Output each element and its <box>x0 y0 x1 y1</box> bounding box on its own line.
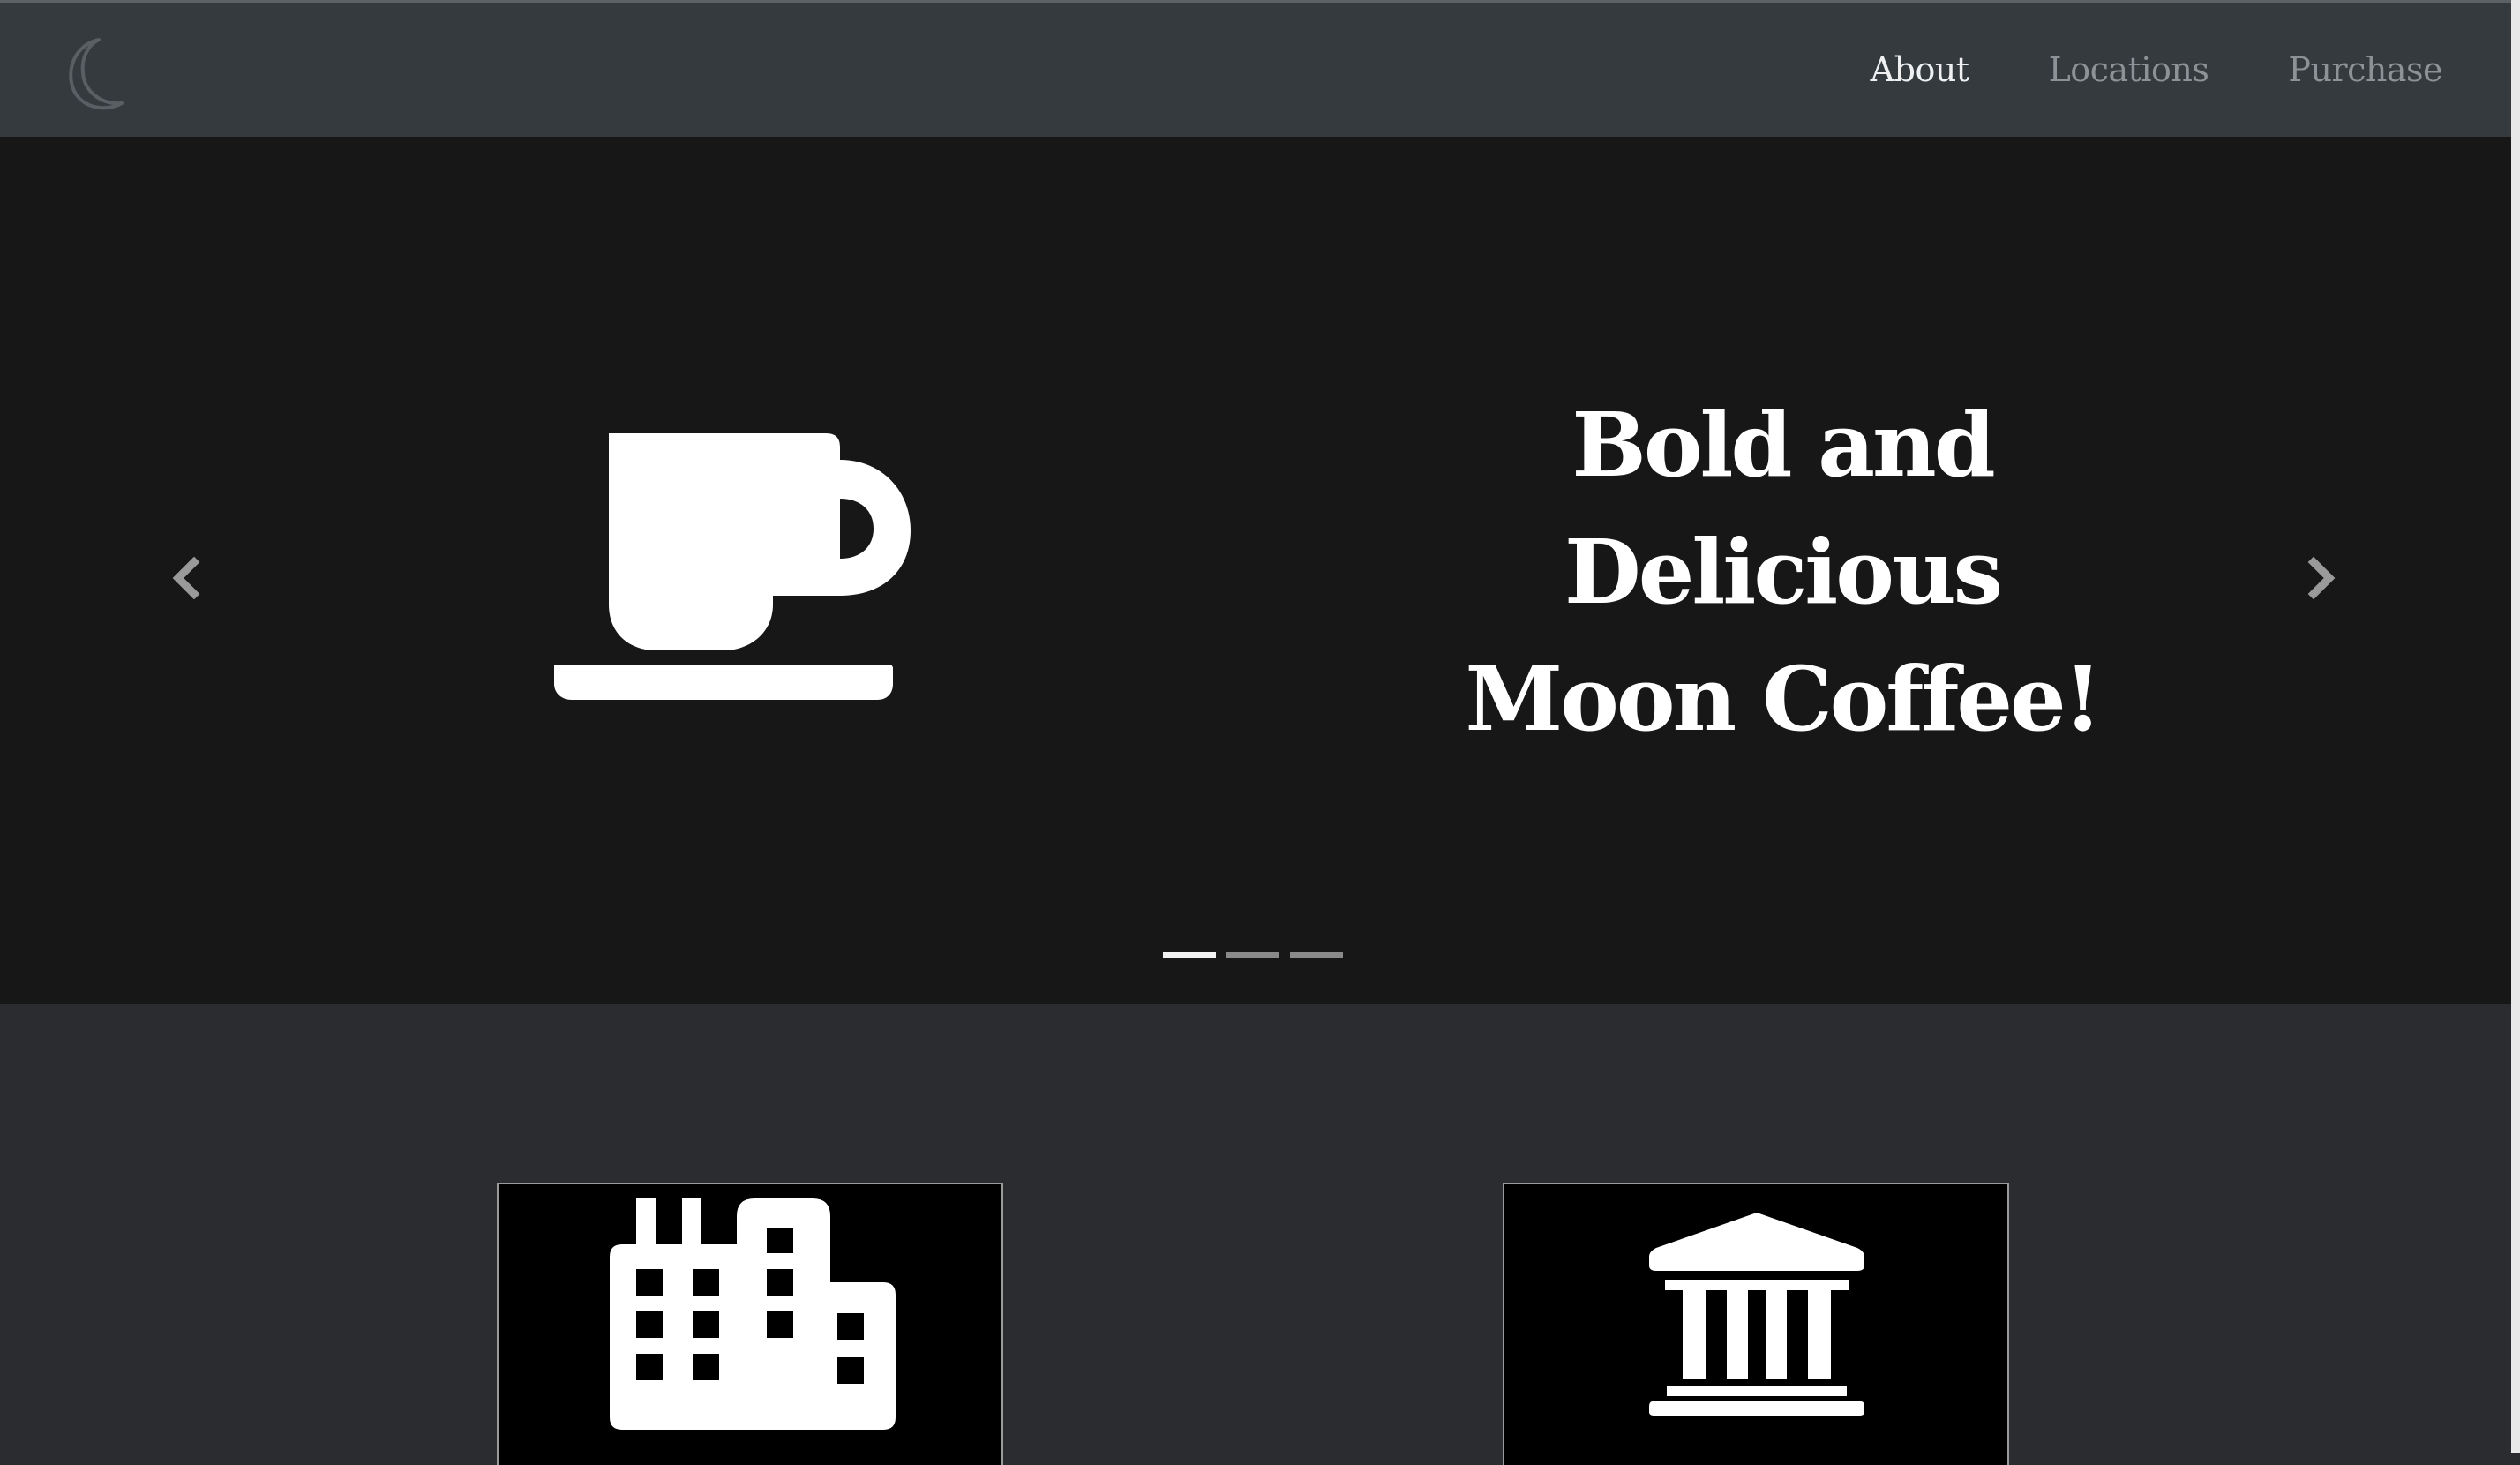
carousel-indicator[interactable] <box>1226 952 1279 958</box>
nav-link-locations[interactable]: Locations <box>2049 50 2209 89</box>
carousel-indicators <box>1163 952 1354 958</box>
carousel-indicator[interactable] <box>1163 952 1216 958</box>
headline-line: Moon Coffee! <box>1465 647 2102 751</box>
chevron-right-icon <box>2307 557 2336 599</box>
factory-building-icon <box>610 1198 896 1430</box>
nav-link-about[interactable]: About <box>1871 50 1969 89</box>
hero-headline: Bold and Delicious Moon Coffee! <box>1376 381 2188 763</box>
headline-line: Bold and <box>1571 393 1995 497</box>
carousel-prev-button[interactable] <box>150 543 221 613</box>
hero-carousel: Bold and Delicious Moon Coffee! <box>0 137 2511 1004</box>
nav-link-purchase[interactable]: Purchase <box>2288 50 2442 89</box>
brand-logo[interactable] <box>64 38 127 112</box>
top-navbar: About Locations Purchase <box>0 0 2511 137</box>
crescent-moon-icon <box>69 38 124 110</box>
feature-card <box>1503 1183 2009 1465</box>
headline-line: Delicious <box>1564 520 2003 624</box>
page-scrollbar[interactable] <box>2511 0 2520 1453</box>
carousel-indicator[interactable] <box>1290 952 1343 958</box>
chevron-left-icon <box>172 557 200 599</box>
coffee-cup-icon <box>554 433 911 700</box>
nav-links: About Locations Purchase <box>1791 3 2443 137</box>
feature-card <box>497 1183 1003 1465</box>
carousel-next-button[interactable] <box>2287 543 2358 613</box>
bank-building-icon <box>1649 1213 1864 1416</box>
